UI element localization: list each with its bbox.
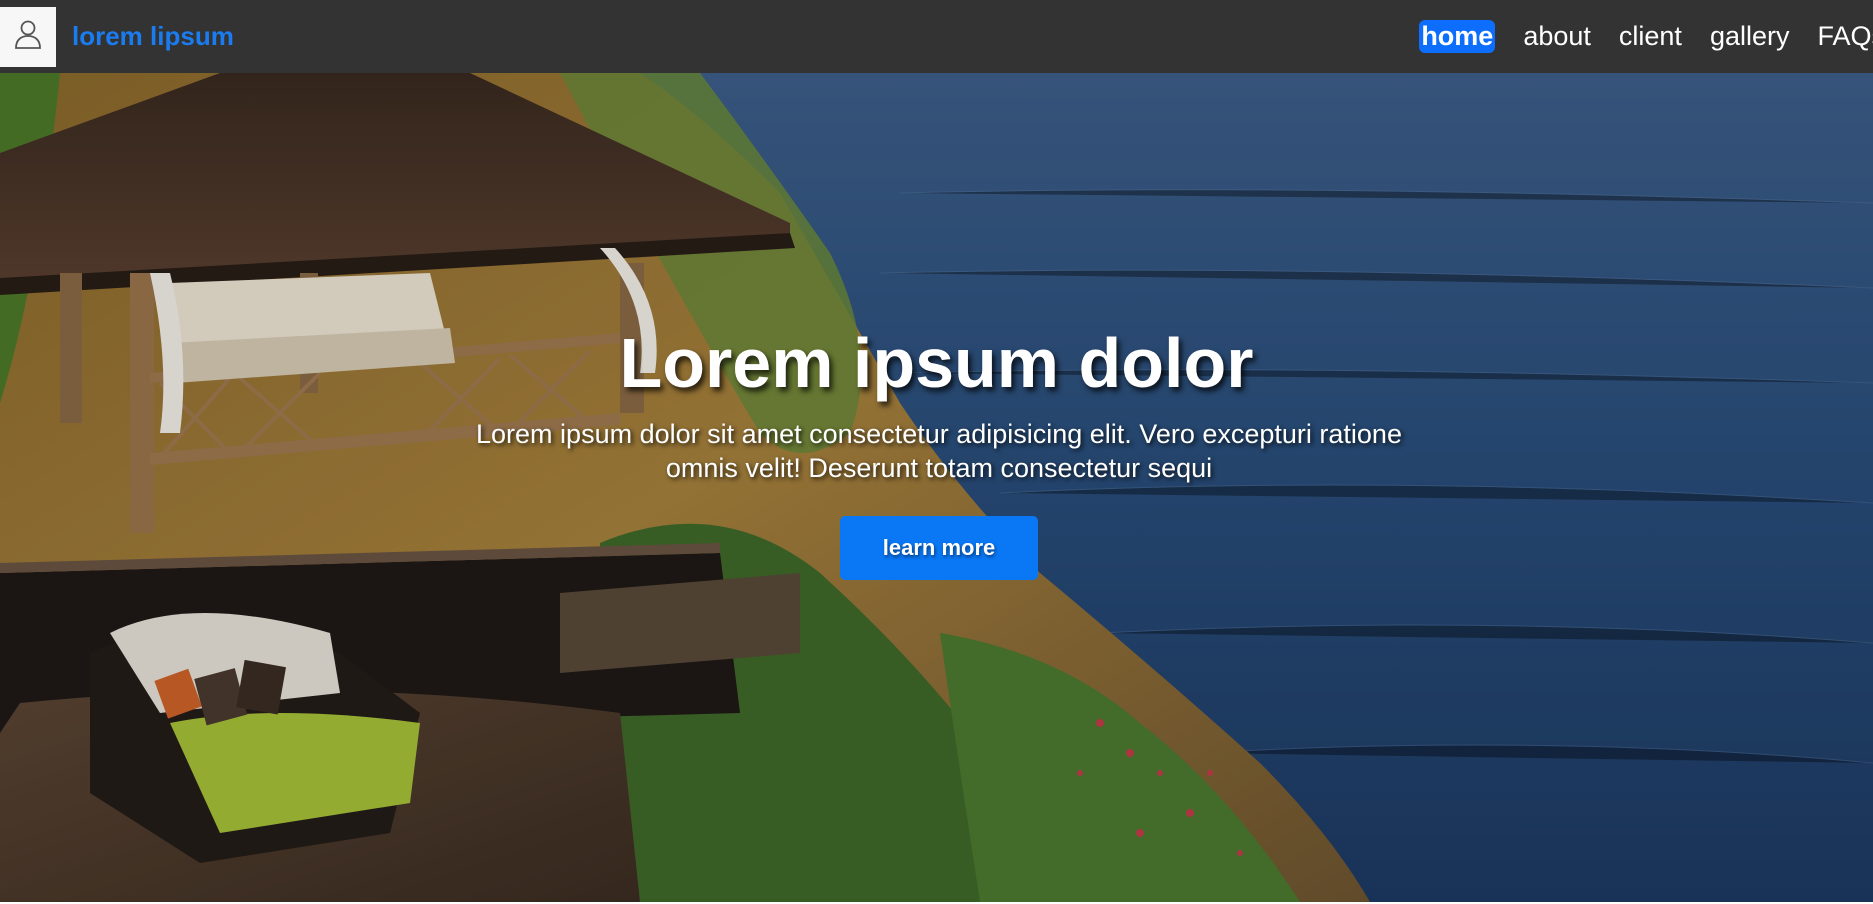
hero-background-image bbox=[0, 73, 1873, 902]
nav-gallery-link[interactable]: gallery bbox=[1710, 21, 1790, 52]
hero-title: Lorem ipsum dolor bbox=[0, 323, 1873, 403]
hero-subtitle: Lorem ipsum dolor sit amet consectetur a… bbox=[476, 419, 1402, 483]
main-nav: home about client gallery FAQs bbox=[1419, 0, 1873, 73]
nav-about-link[interactable]: about bbox=[1523, 21, 1591, 52]
hero-title-text: Lorem ipsum dolor bbox=[619, 324, 1254, 402]
brand-logo-text[interactable]: lorem lipsum bbox=[72, 21, 234, 52]
hero-section: Lorem ipsum dolor Lorem ipsum dolor sit … bbox=[0, 73, 1873, 902]
nav-home-link[interactable]: home bbox=[1419, 20, 1496, 53]
nav-client-link[interactable]: client bbox=[1619, 21, 1682, 52]
nav-faqs-link[interactable]: FAQs bbox=[1817, 21, 1873, 52]
user-icon bbox=[14, 19, 42, 54]
top-navbar: lorem lipsum home about client gallery F… bbox=[0, 0, 1873, 73]
avatar[interactable] bbox=[0, 6, 56, 67]
learn-more-button[interactable]: learn more bbox=[840, 516, 1038, 580]
